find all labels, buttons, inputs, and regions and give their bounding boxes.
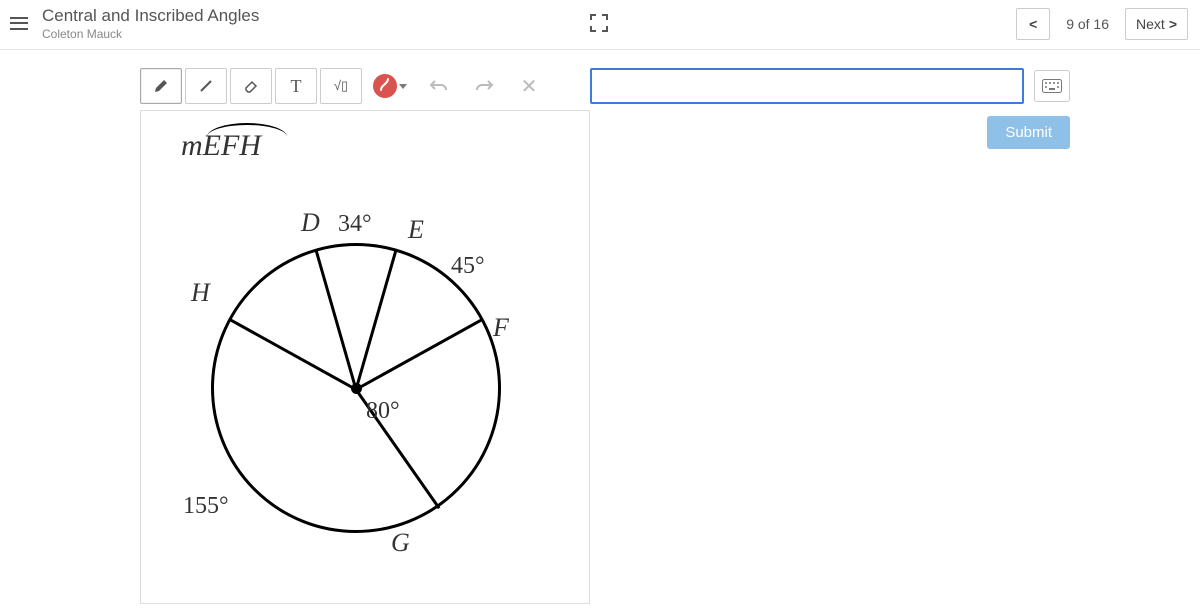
color-picker[interactable] (365, 68, 415, 104)
keyboard-button[interactable] (1034, 70, 1070, 102)
redo-button[interactable] (463, 68, 505, 104)
point-D: D (301, 208, 320, 238)
color-swatch-icon (373, 74, 397, 98)
eraser-tool[interactable] (230, 68, 272, 104)
clear-button[interactable]: ✕ (508, 68, 550, 104)
prev-button[interactable]: < (1016, 8, 1050, 40)
menu-icon[interactable] (10, 14, 30, 34)
question-canvas[interactable]: mEFH D 34° E 45° F 80° G 155° H (140, 110, 590, 604)
chevron-down-icon (399, 84, 407, 89)
next-button[interactable]: Next > (1125, 8, 1188, 40)
answer-input[interactable] (590, 68, 1024, 104)
nav-controls: < 9 of 16 Next > (1016, 8, 1188, 40)
math-tool[interactable]: √▯ (320, 68, 362, 104)
chevron-left-icon: < (1029, 16, 1037, 32)
point-F: F (493, 313, 509, 343)
angle-FG: 80° (366, 398, 400, 425)
undo-button[interactable] (418, 68, 460, 104)
app-header: Central and Inscribed Angles Coleton Mau… (0, 0, 1200, 50)
keyboard-icon (1042, 79, 1062, 93)
page-title: Central and Inscribed Angles (42, 6, 1016, 26)
submit-button[interactable]: Submit (987, 116, 1070, 149)
pencil-tool[interactable] (140, 68, 182, 104)
fullscreen-icon[interactable] (590, 14, 608, 37)
angle-DE: 34° (338, 211, 372, 238)
line-tool[interactable] (185, 68, 227, 104)
title-block: Central and Inscribed Angles Coleton Mau… (42, 6, 1016, 41)
point-H: H (191, 278, 210, 308)
text-tool[interactable]: T (275, 68, 317, 104)
author-name: Coleton Mauck (42, 27, 1016, 41)
drawing-toolbar: T √▯ ✕ (140, 68, 590, 104)
point-E: E (408, 215, 424, 245)
circle-diagram: D 34° E 45° F 80° G 155° H (171, 193, 531, 573)
point-G: G (391, 528, 410, 558)
question-expression: mEFH (181, 129, 261, 163)
chevron-right-icon: > (1169, 16, 1177, 32)
progress-indicator: 9 of 16 (1056, 16, 1119, 32)
next-label: Next (1136, 16, 1165, 32)
angle-EF: 45° (451, 253, 485, 280)
angle-GH: 155° (183, 493, 229, 520)
